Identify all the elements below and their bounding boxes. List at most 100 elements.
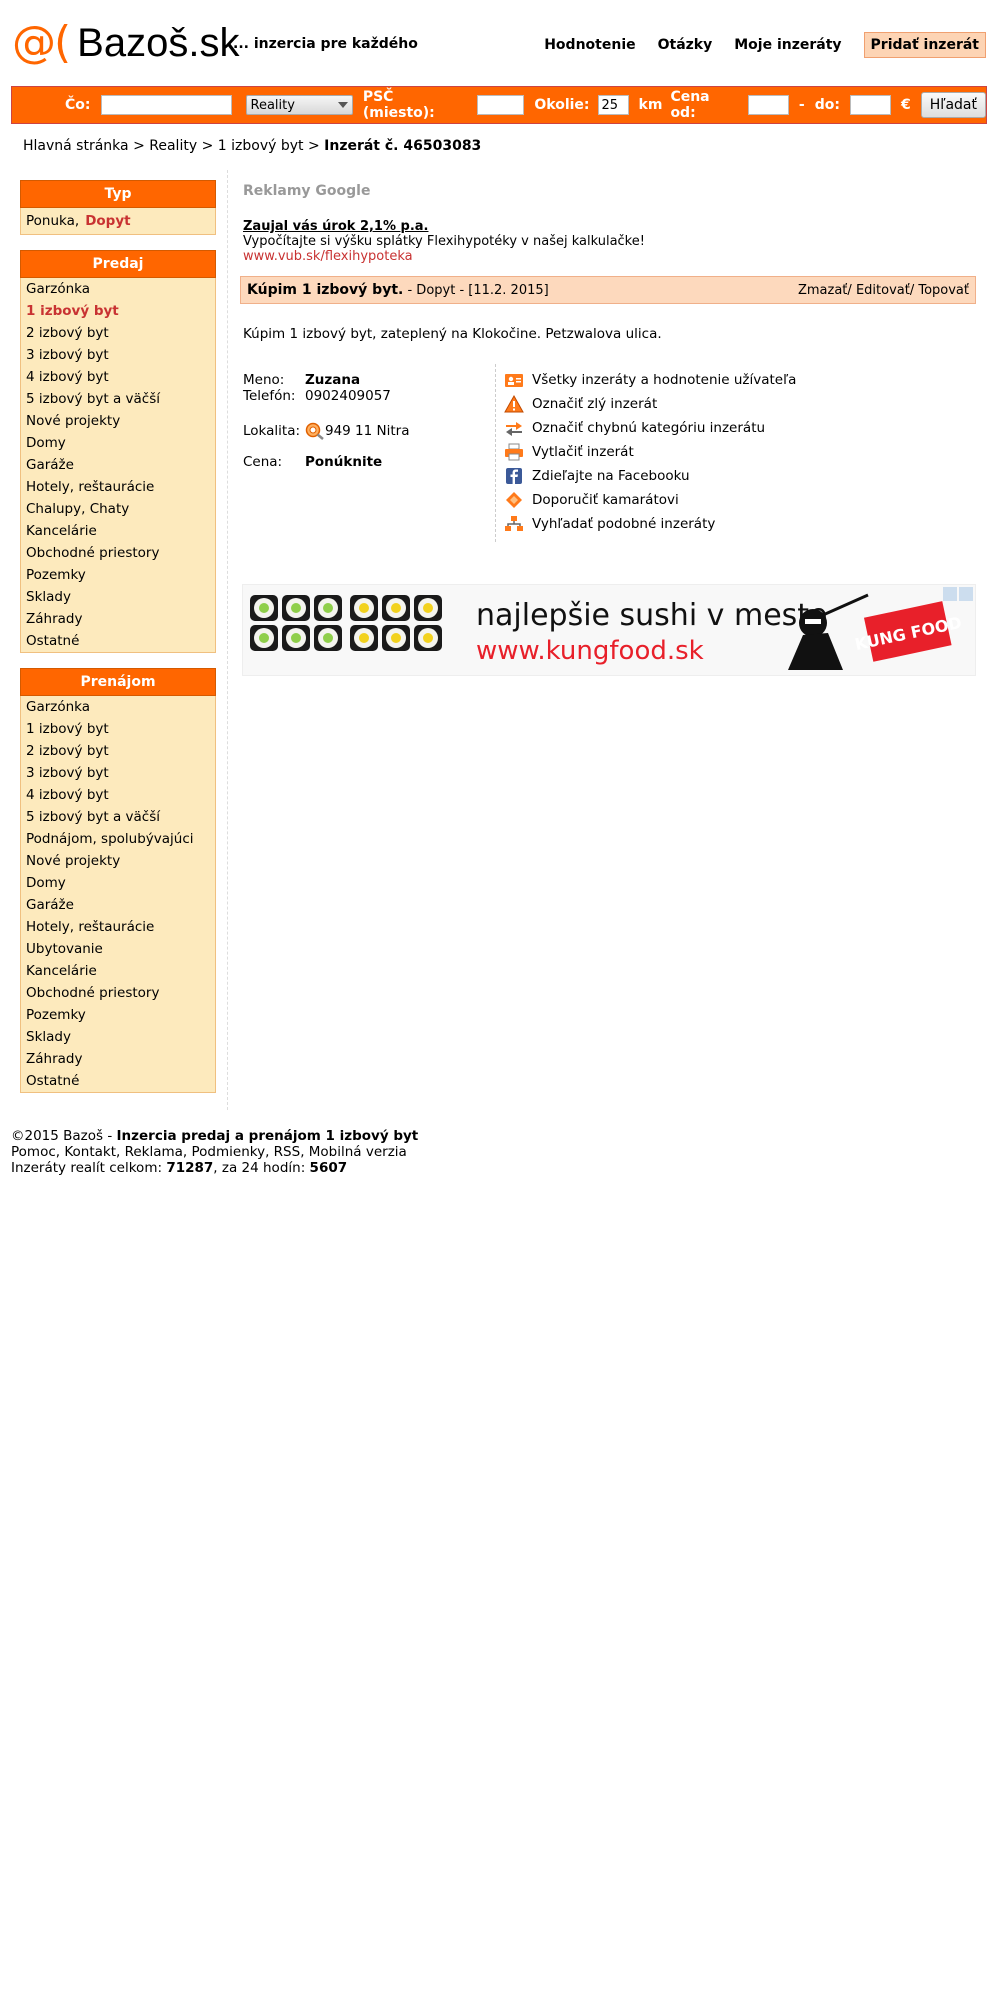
prenajom-item[interactable]: Pozemky (21, 1004, 215, 1026)
swap-arrows-icon (506, 422, 522, 436)
predaj-item[interactable]: Garáže (21, 454, 215, 476)
predaj-item[interactable]: Domy (21, 432, 215, 454)
prenajom-item[interactable]: Domy (21, 872, 215, 894)
predaj-item[interactable]: 5 izbový byt a väčší (21, 388, 215, 410)
prenajom-item[interactable]: Ostatné (21, 1070, 215, 1092)
sushi-banner-ad[interactable]: najlepšie sushi v meste www.kungfood.sk … (242, 584, 976, 676)
report-listing-link[interactable]: Označiť zlý inzerát (532, 396, 657, 412)
prenajom-item[interactable]: Garzónka (21, 696, 215, 718)
predaj-item[interactable]: Kancelárie (21, 520, 215, 542)
predaj-item[interactable]: 4 izbový byt (21, 366, 215, 388)
prenajom-item[interactable]: Sklady (21, 1026, 215, 1048)
footer-links[interactable]: Pomoc, Kontakt, Reklama, Podmienky, RSS,… (11, 1144, 418, 1160)
search-button[interactable]: Hľadať (920, 92, 986, 118)
predaj-item[interactable]: Záhrady (21, 608, 215, 630)
breadcrumb: Hlavná stránka > Reality > 1 izbový byt … (23, 138, 481, 154)
footer-stats-prefix: Inzeráty realít celkom: (11, 1160, 163, 1176)
prenajom-item[interactable]: Podnájom, spolubývajúci (21, 828, 215, 850)
breadcrumb-reality[interactable]: Reality (149, 138, 197, 154)
banner-url: www.kungfood.sk (476, 636, 704, 666)
predaj-item[interactable]: Obchodné priestory (21, 542, 215, 564)
type-options: Ponuka, Dopyt (21, 208, 215, 234)
recommend-friend-link[interactable]: Doporučiť kamarátovi (532, 492, 679, 508)
predaj-item[interactable]: Sklady (21, 586, 215, 608)
prenajom-item[interactable]: Obchodné priestory (21, 982, 215, 1004)
logo[interactable]: @( Bazoš.sk (12, 20, 239, 66)
predaj-item[interactable]: Garzónka (21, 278, 215, 300)
prenajom-item[interactable]: Záhrady (21, 1048, 215, 1070)
breadcrumb-category[interactable]: 1 izbový byt (218, 138, 304, 154)
recommend-icon (506, 492, 522, 508)
contact-name: Zuzana (305, 372, 361, 388)
listing-description: Kúpim 1 izbový byt, zateplený na Klokoči… (243, 326, 662, 342)
type-box: Typ Ponuka, Dopyt (20, 180, 216, 235)
prenajom-item[interactable]: 2 izbový byt (21, 740, 215, 762)
ad-title-link[interactable]: Zaujal vás úrok 2,1% p.a. (243, 219, 428, 234)
column-divider (227, 170, 228, 1110)
predaj-item[interactable]: 3 izbový byt (21, 344, 215, 366)
type-dopyt-link[interactable]: Dopyt (85, 213, 130, 229)
predaj-item[interactable]: Nové projekty (21, 410, 215, 432)
prenajom-item[interactable]: 1 izbový byt (21, 718, 215, 740)
price-to-input[interactable] (849, 95, 891, 115)
currency-label: € (900, 97, 911, 113)
prenajom-item[interactable]: Nové projekty (21, 850, 215, 872)
prenajom-item[interactable]: Hotely, reštaurácie (21, 916, 215, 938)
prenajom-item[interactable]: 4 izbový byt (21, 784, 215, 806)
breadcrumb-current: Inzerát č. 46503083 (324, 138, 482, 154)
location: 949 11 Nitra (325, 423, 410, 439)
predaj-item[interactable]: 1 izbový byt (21, 300, 215, 322)
price-from-input[interactable] (747, 95, 789, 115)
type-ponuka-link[interactable]: Ponuka, (26, 213, 79, 229)
predaj-item[interactable]: 2 izbový byt (21, 322, 215, 344)
breadcrumb-sep: > (307, 138, 320, 154)
cena-do-label: do: (814, 97, 840, 113)
sushi-banner-image: najlepšie sushi v meste www.kungfood.sk … (243, 585, 975, 675)
header: @( Bazoš.sk ... inzercia pre každého Hod… (0, 0, 1000, 86)
edit-link[interactable]: Editovať/ (856, 283, 914, 298)
telefon-label: Telefón: (243, 388, 296, 404)
price: Ponúknite (305, 454, 383, 470)
nav-hodnotenie[interactable]: Hodnotenie (544, 37, 635, 53)
category-select[interactable]: Reality (245, 95, 353, 115)
okolie-input[interactable] (597, 95, 629, 115)
delete-link[interactable]: Zmazať/ (798, 283, 852, 298)
breadcrumb-home[interactable]: Hlavná stránka (23, 138, 129, 154)
logo-text: Bazoš.sk (77, 21, 240, 65)
km-label: km (638, 97, 663, 113)
predaj-box-title: Predaj (20, 250, 216, 278)
predaj-item[interactable]: Hotely, reštaurácie (21, 476, 215, 498)
wrong-category-link[interactable]: Označiť chybnú kategóriu inzerátu (532, 420, 765, 436)
all-user-listings-link[interactable]: Všetky inzeráty a hodnotenie užívateľa (532, 372, 796, 388)
share-facebook-link[interactable]: Zdieľajte na Facebooku (532, 468, 690, 484)
search-input[interactable] (100, 95, 232, 115)
ad-text: Vypočítajte si výšku splátky Flexihypoté… (243, 234, 645, 249)
type-box-title: Typ (20, 180, 216, 208)
prenajom-item[interactable]: 3 izbový byt (21, 762, 215, 784)
prenajom-item[interactable]: 5 izbový byt a väčší (21, 806, 215, 828)
breadcrumb-sep: > (133, 138, 145, 154)
top-nav: Hodnotenie Otázky Moje inzeráty Pridať i… (544, 32, 986, 58)
adchoices-icon (943, 587, 957, 601)
print-listing-link[interactable]: Vytlačiť inzerát (532, 444, 634, 460)
top-link[interactable]: Topovať (918, 283, 969, 298)
map-search-icon[interactable] (305, 422, 325, 440)
text-ad: Zaujal vás úrok 2,1% p.a. Vypočítajte si… (243, 219, 976, 264)
footer-day-count: 5607 (309, 1160, 348, 1176)
contact-phone: 0902409057 (305, 388, 391, 404)
listing-links: Všetky inzeráty a hodnotenie užívateľa O… (504, 368, 796, 536)
add-listing-button[interactable]: Pridať inzerát (863, 32, 986, 58)
ad-url-link[interactable]: www.vub.sk/flexihypoteka (243, 249, 413, 264)
predaj-item[interactable]: Chalupy, Chaty (21, 498, 215, 520)
nav-moje-inzeraty[interactable]: Moje inzeráty (734, 37, 841, 53)
similar-listings-link[interactable]: Vyhľadať podobné inzeráty (532, 516, 715, 532)
prenajom-item[interactable]: Ubytovanie (21, 938, 215, 960)
predaj-item[interactable]: Ostatné (21, 630, 215, 652)
footer: ©2015 Bazoš - Inzercia predaj a prenájom… (11, 1128, 418, 1176)
prenajom-item[interactable]: Kancelárie (21, 960, 215, 982)
predaj-item[interactable]: Pozemky (21, 564, 215, 586)
contact-info: Meno: Zuzana Telefón: 0902409057 Lokalita:… (243, 372, 488, 470)
psc-input[interactable] (477, 95, 525, 115)
prenajom-item[interactable]: Garáže (21, 894, 215, 916)
nav-otazky[interactable]: Otázky (658, 37, 713, 53)
